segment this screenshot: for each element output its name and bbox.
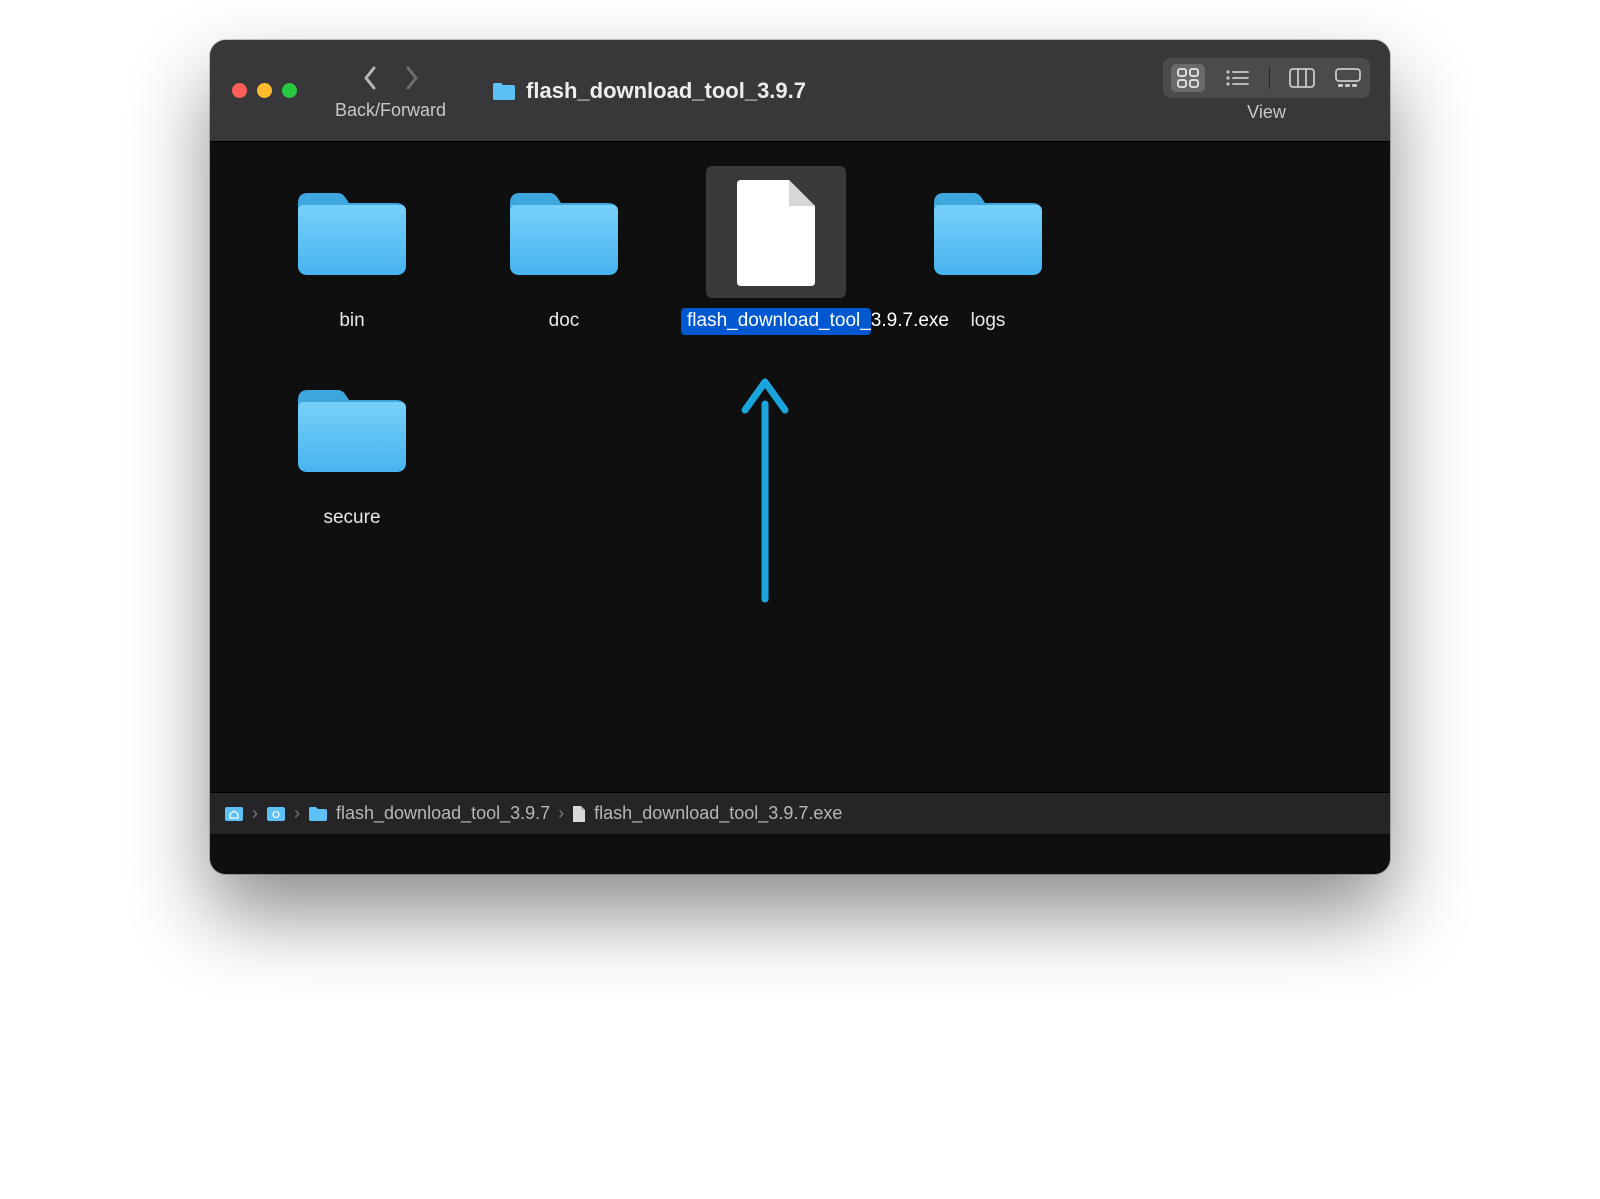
separator — [1269, 67, 1270, 89]
chevron-right-icon: › — [294, 803, 300, 824]
grid-icon — [1177, 68, 1199, 88]
view-controls-group: View — [1163, 58, 1370, 123]
chevron-left-icon — [363, 66, 377, 90]
window-title: flash_download_tool_3.9.7 — [526, 78, 806, 104]
icon-view-button[interactable] — [1171, 64, 1205, 92]
window-controls — [232, 83, 297, 98]
chevron-right-icon: › — [252, 803, 258, 824]
window-footer — [210, 834, 1390, 874]
list-view-button[interactable] — [1223, 66, 1251, 90]
minimize-window-button[interactable] — [257, 83, 272, 98]
column-view-button[interactable] — [1288, 66, 1316, 90]
path-segment[interactable] — [266, 806, 286, 822]
path-bar: › › flash_download_tool_3.9.7 › flash_downlo… — [210, 792, 1390, 834]
view-label: View — [1247, 102, 1286, 123]
finder-window: Back/Forward flash_download_tool_3.9.7 — [210, 40, 1390, 874]
close-window-button[interactable] — [232, 83, 247, 98]
file-item-flash-download-tool-3-9-7-exe[interactable]: flash_download_tool_3.9.7.exe — [676, 166, 876, 335]
back-forward-group: Back/Forward — [335, 60, 446, 121]
folder-item-secure[interactable]: secure — [252, 363, 452, 532]
path-segment-label: flash_download_tool_3.9.7.exe — [594, 803, 842, 824]
folder-icon — [492, 81, 516, 101]
folder-item-bin[interactable]: bin — [252, 166, 452, 335]
back-forward-label: Back/Forward — [335, 100, 446, 121]
zoom-window-button[interactable] — [282, 83, 297, 98]
chevron-right-icon — [405, 66, 419, 90]
window-title-group: flash_download_tool_3.9.7 — [492, 78, 806, 104]
view-segmented-control — [1163, 58, 1370, 98]
file-grid[interactable]: bin doc flash_download_tool_3.9.7.exe logs s… — [210, 142, 1390, 792]
path-segment[interactable] — [572, 805, 586, 823]
columns-icon — [1289, 68, 1315, 88]
forward-button[interactable] — [405, 66, 419, 90]
item-label: doc — [543, 308, 586, 335]
path-segment[interactable] — [308, 806, 328, 822]
gallery-view-button[interactable] — [1334, 66, 1362, 90]
chevron-right-icon: › — [558, 803, 564, 824]
folder-icon — [282, 166, 422, 298]
folder-icon — [282, 363, 422, 495]
folder-item-logs[interactable]: logs — [888, 166, 1088, 335]
item-label: flash_download_tool_3.9.7.exe — [681, 308, 871, 335]
item-label: secure — [317, 505, 386, 532]
folder-item-doc[interactable]: doc — [464, 166, 664, 335]
path-segment[interactable] — [224, 806, 244, 822]
item-label: bin — [333, 308, 370, 335]
list-icon — [1225, 69, 1249, 87]
folder-icon — [918, 166, 1058, 298]
item-label: logs — [965, 308, 1012, 335]
file-icon — [706, 166, 846, 298]
gallery-icon — [1335, 68, 1361, 88]
path-segment-label: flash_download_tool_3.9.7 — [336, 803, 550, 824]
toolbar: Back/Forward flash_download_tool_3.9.7 — [210, 40, 1390, 142]
back-button[interactable] — [363, 66, 377, 90]
folder-icon — [494, 166, 634, 298]
